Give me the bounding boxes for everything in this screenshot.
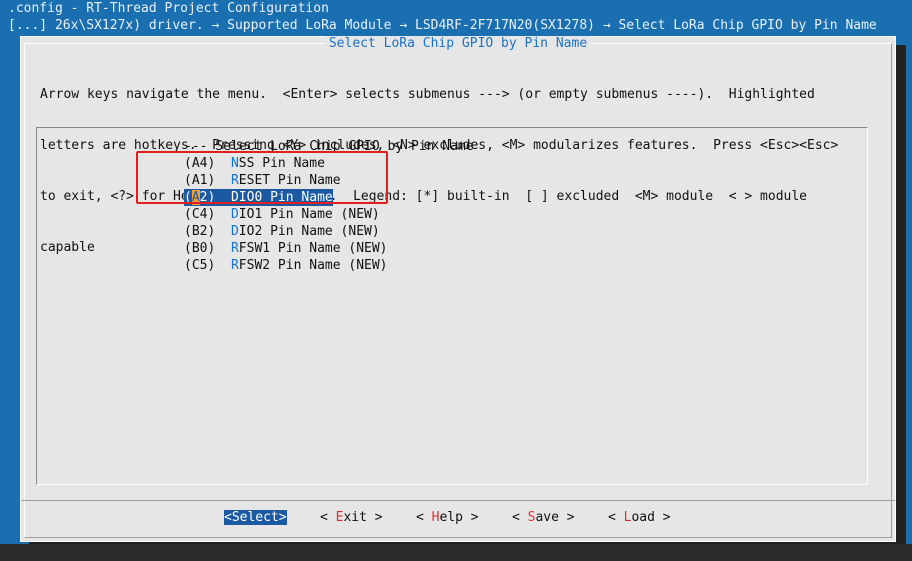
menu-item[interactable]: (B2) DIO2 Pin Name (NEW): [184, 223, 380, 240]
value-bracket: ): [207, 224, 231, 239]
save-button[interactable]: < Save >: [512, 510, 575, 525]
select-button[interactable]: <Select>: [224, 510, 287, 525]
item-value: B0: [191, 241, 208, 256]
button-bracket: >: [278, 510, 287, 525]
button-bracket: <: [320, 510, 336, 525]
item-hotkey: D: [230, 207, 239, 222]
button-label: ave: [535, 510, 559, 525]
text-cursor: A: [191, 190, 200, 205]
status-bar: [0, 544, 912, 561]
breadcrumb: [...] 26x\SX127x) driver. → Supported Lo…: [8, 18, 877, 33]
item-label: IO0 Pin Name: [238, 190, 333, 205]
button-label: elp: [439, 510, 463, 525]
dialog-title-text: Select LoRa Chip GPIO by Pin Name: [324, 36, 592, 51]
button-label: elect: [239, 510, 279, 525]
value-bracket: (: [184, 173, 192, 188]
button-hotkey: S: [231, 510, 240, 525]
button-separator: [21, 500, 895, 501]
menu-item[interactable]: (C4) DIO1 Pin Name (NEW): [184, 206, 380, 223]
item-hotkey: R: [230, 173, 239, 188]
value-bracket: (: [184, 241, 192, 256]
value-bracket: (: [184, 224, 192, 239]
button-bracket: <: [512, 510, 528, 525]
button-bracket: <: [224, 510, 232, 525]
value-bracket: (: [184, 207, 192, 222]
button-label: oad: [631, 510, 655, 525]
value-bracket: ): [207, 173, 231, 188]
value-bracket: ): [207, 241, 231, 256]
value-bracket: ): [207, 258, 231, 273]
item-label: IO1 Pin Name: [238, 207, 333, 222]
item-suffix: (NEW): [332, 224, 380, 239]
exit-button[interactable]: < Exit >: [320, 510, 383, 525]
item-value: C5: [191, 258, 208, 273]
item-label: IO2 Pin Name: [238, 224, 333, 239]
item-suffix: (NEW): [340, 241, 388, 256]
value-bracket: ): [207, 156, 231, 171]
window-title: .config - RT-Thread Project Configuratio…: [8, 1, 329, 16]
button-bracket: >: [654, 510, 671, 525]
button-bracket: >: [366, 510, 383, 525]
value-bracket: (: [184, 190, 192, 205]
list-header: --- Select LoRa Chip GPIO by Pin Name: [184, 139, 474, 154]
item-label: FSW2 Pin Name: [238, 258, 341, 273]
value-bracket: ): [207, 207, 231, 222]
menu-item[interactable]: (B0) RFSW1 Pin Name (NEW): [184, 240, 388, 257]
value-bracket: (: [184, 258, 192, 273]
button-bracket: >: [558, 510, 575, 525]
item-label: SS Pin Name: [238, 156, 325, 171]
menuconfig-dialog: Select LoRa Chip GPIO by Pin Name Arrow …: [20, 36, 896, 542]
item-value: A4: [191, 156, 208, 171]
item-suffix: (NEW): [332, 207, 380, 222]
menu-item[interactable]: (A1) RESET Pin Name: [184, 172, 341, 189]
value-bracket: ): [207, 190, 231, 205]
help-button[interactable]: < Help >: [416, 510, 479, 525]
item-hotkey: R: [230, 258, 239, 273]
item-value: B2: [191, 224, 208, 239]
dialog-title: Select LoRa Chip GPIO by Pin Name: [21, 35, 895, 52]
item-hotkey: N: [230, 156, 239, 171]
button-label: xit: [343, 510, 367, 525]
button-bracket: >: [462, 510, 479, 525]
item-value: A1: [191, 173, 208, 188]
value-bracket: (: [184, 156, 192, 171]
item-label: ESET Pin Name: [238, 173, 341, 188]
item-value: A2: [191, 190, 207, 205]
item-suffix: (NEW): [340, 258, 388, 273]
menu-item[interactable]: (A2) DIO0 Pin Name: [184, 189, 333, 206]
item-hotkey: R: [230, 241, 239, 256]
menu-item[interactable]: (C5) RFSW2 Pin Name (NEW): [184, 257, 388, 274]
button-bracket: <: [608, 510, 624, 525]
load-button[interactable]: < Load >: [608, 510, 671, 525]
help-line: Arrow keys navigate the menu. <Enter> se…: [40, 87, 815, 102]
menu-list[interactable]: --- Select LoRa Chip GPIO by Pin Name (A…: [36, 127, 868, 485]
item-label: FSW1 Pin Name: [238, 241, 341, 256]
button-bracket: <: [416, 510, 432, 525]
item-value: C4: [191, 207, 208, 222]
menu-item[interactable]: (A4) NSS Pin Name: [184, 155, 325, 172]
item-hotkey: D: [230, 224, 239, 239]
item-hotkey: D: [230, 190, 239, 205]
